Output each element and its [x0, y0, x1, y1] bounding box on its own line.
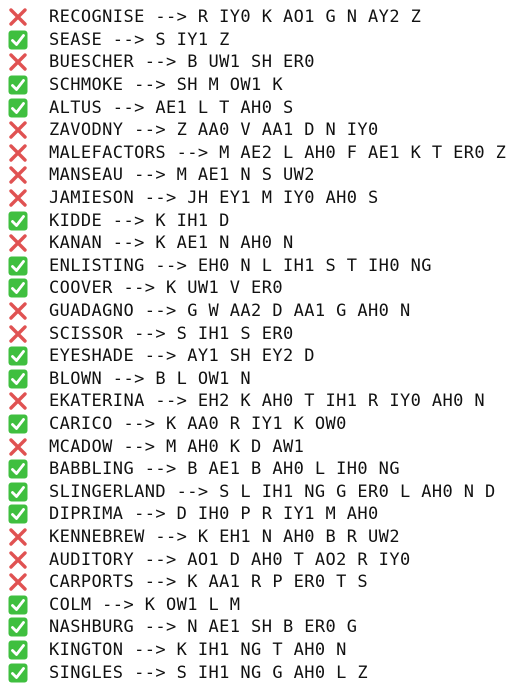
pronunciation-text: CARICO --> K AA0 R IY1 K OW0	[49, 413, 347, 434]
cross-mark-icon	[7, 324, 29, 344]
list-item: CARICO --> K AA0 R IY1 K OW0	[7, 413, 529, 436]
check-mark-button-icon	[7, 640, 29, 660]
list-item: CARPORTS --> K AA1 R P ER0 T S	[7, 571, 529, 594]
list-item: SEASE --> S IY1 Z	[7, 29, 529, 52]
check-mark-button-icon	[7, 482, 29, 502]
pronunciation-results-list: RECOGNISE --> R IY0 K AO1 G N AY2 Z SEASE…	[7, 6, 529, 684]
pronunciation-text: ALTUS --> AE1 L T AH0 S	[49, 97, 294, 118]
pronunciation-text: BLOWN --> B L OW1 N	[49, 368, 252, 389]
list-item: BUESCHER --> B UW1 SH ER0	[7, 51, 529, 74]
pronunciation-text: BUESCHER --> B UW1 SH ER0	[49, 52, 315, 73]
cross-mark-icon	[7, 120, 29, 140]
list-item: KIDDE --> K IH1 D	[7, 209, 529, 232]
cross-mark-icon	[7, 550, 29, 570]
pronunciation-text: SINGLES --> S IH1 NG G AH0 L Z	[49, 662, 369, 683]
cross-mark-icon	[7, 188, 29, 208]
pronunciation-text: KENNEBREW --> K EH1 N AH0 B R UW2	[49, 526, 400, 547]
check-mark-button-icon	[7, 459, 29, 479]
pronunciation-text: AUDITORY --> AO1 D AH0 T AO2 R IY0	[49, 549, 411, 570]
pronunciation-text: MALEFACTORS --> M AE2 L AH0 F AE1 K T ER…	[49, 142, 507, 163]
cross-mark-icon	[7, 527, 29, 547]
pronunciation-text: KANAN --> K AE1 N AH0 N	[49, 233, 294, 254]
list-item: SCHMOKE --> SH M OW1 K	[7, 74, 529, 97]
list-item: SLINGERLAND --> S L IH1 NG G ER0 L AH0 N…	[7, 480, 529, 503]
pronunciation-text: COLM --> K OW1 L M	[49, 594, 241, 615]
list-item: KANAN --> K AE1 N AH0 N	[7, 232, 529, 255]
pronunciation-text: SLINGERLAND --> S L IH1 NG G ER0 L AH0 N…	[49, 481, 496, 502]
list-item: ENLISTING --> EH0 N L IH1 S T IH0 NG	[7, 255, 529, 278]
cross-mark-icon	[7, 143, 29, 163]
check-mark-button-icon	[7, 30, 29, 50]
pronunciation-text: SCHMOKE --> SH M OW1 K	[49, 75, 283, 96]
cross-mark-icon	[7, 301, 29, 321]
list-item: KINGTON --> K IH1 NG T AH0 N	[7, 639, 529, 662]
list-item: EYESHADE --> AY1 SH EY2 D	[7, 345, 529, 368]
list-item: BLOWN --> B L OW1 N	[7, 368, 529, 391]
pronunciation-text: MANSEAU --> M AE1 N S UW2	[49, 165, 315, 186]
cross-mark-icon	[7, 391, 29, 411]
check-mark-button-icon	[7, 663, 29, 683]
list-item: EKATERINA --> EH2 K AH0 T IH1 R IY0 AH0 …	[7, 390, 529, 413]
pronunciation-text: ENLISTING --> EH0 N L IH1 S T IH0 NG	[49, 255, 432, 276]
pronunciation-text: ZAVODNY --> Z AA0 V AA1 D N IY0	[49, 120, 379, 141]
list-item: KENNEBREW --> K EH1 N AH0 B R UW2	[7, 526, 529, 549]
check-mark-button-icon	[7, 617, 29, 637]
list-item: AUDITORY --> AO1 D AH0 T AO2 R IY0	[7, 548, 529, 571]
pronunciation-text: NASHBURG --> N AE1 SH B ER0 G	[49, 617, 358, 638]
check-mark-button-icon	[7, 211, 29, 231]
list-item: MALEFACTORS --> M AE2 L AH0 F AE1 K T ER…	[7, 142, 529, 165]
pronunciation-text: KIDDE --> K IH1 D	[49, 210, 230, 231]
cross-mark-icon	[7, 572, 29, 592]
list-item: DIPRIMA --> D IH0 P R IY1 M AH0	[7, 503, 529, 526]
check-mark-button-icon	[7, 278, 29, 298]
cross-mark-icon	[7, 165, 29, 185]
check-mark-button-icon	[7, 369, 29, 389]
cross-mark-icon	[7, 52, 29, 72]
list-item: ZAVODNY --> Z AA0 V AA1 D N IY0	[7, 119, 529, 142]
pronunciation-text: KINGTON --> K IH1 NG T AH0 N	[49, 639, 347, 660]
list-item: BABBLING --> B AE1 B AH0 L IH0 NG	[7, 458, 529, 481]
check-mark-button-icon	[7, 414, 29, 434]
cross-mark-icon	[7, 7, 29, 27]
list-item: JAMIESON --> JH EY1 M IY0 AH0 S	[7, 187, 529, 210]
pronunciation-text: COOVER --> K UW1 V ER0	[49, 278, 283, 299]
list-item: NASHBURG --> N AE1 SH B ER0 G	[7, 616, 529, 639]
list-item: MANSEAU --> M AE1 N S UW2	[7, 164, 529, 187]
check-mark-button-icon	[7, 75, 29, 95]
pronunciation-text: SEASE --> S IY1 Z	[49, 29, 230, 50]
check-mark-button-icon	[7, 346, 29, 366]
list-item: RECOGNISE --> R IY0 K AO1 G N AY2 Z	[7, 6, 529, 29]
pronunciation-text: SCISSOR --> S IH1 S ER0	[49, 323, 294, 344]
list-item: GUADAGNO --> G W AA2 D AA1 G AH0 N	[7, 300, 529, 323]
list-item: ALTUS --> AE1 L T AH0 S	[7, 96, 529, 119]
list-item: MCADOW --> M AH0 K D AW1	[7, 435, 529, 458]
pronunciation-text: EYESHADE --> AY1 SH EY2 D	[49, 346, 315, 367]
pronunciation-text: EKATERINA --> EH2 K AH0 T IH1 R IY0 AH0 …	[49, 391, 486, 412]
list-item: COLM --> K OW1 L M	[7, 593, 529, 616]
pronunciation-text: BABBLING --> B AE1 B AH0 L IH0 NG	[49, 459, 400, 480]
list-item: SINGLES --> S IH1 NG G AH0 L Z	[7, 661, 529, 684]
check-mark-button-icon	[7, 595, 29, 615]
pronunciation-text: RECOGNISE --> R IY0 K AO1 G N AY2 Z	[49, 7, 422, 28]
check-mark-button-icon	[7, 98, 29, 118]
check-mark-button-icon	[7, 256, 29, 276]
list-item: COOVER --> K UW1 V ER0	[7, 277, 529, 300]
check-mark-button-icon	[7, 504, 29, 524]
pronunciation-text: JAMIESON --> JH EY1 M IY0 AH0 S	[49, 188, 379, 209]
pronunciation-text: CARPORTS --> K AA1 R P ER0 T S	[49, 572, 369, 593]
pronunciation-text: DIPRIMA --> D IH0 P R IY1 M AH0	[49, 504, 379, 525]
pronunciation-text: GUADAGNO --> G W AA2 D AA1 G AH0 N	[49, 301, 411, 322]
list-item: SCISSOR --> S IH1 S ER0	[7, 322, 529, 345]
cross-mark-icon	[7, 437, 29, 457]
pronunciation-text: MCADOW --> M AH0 K D AW1	[49, 436, 305, 457]
cross-mark-icon	[7, 233, 29, 253]
